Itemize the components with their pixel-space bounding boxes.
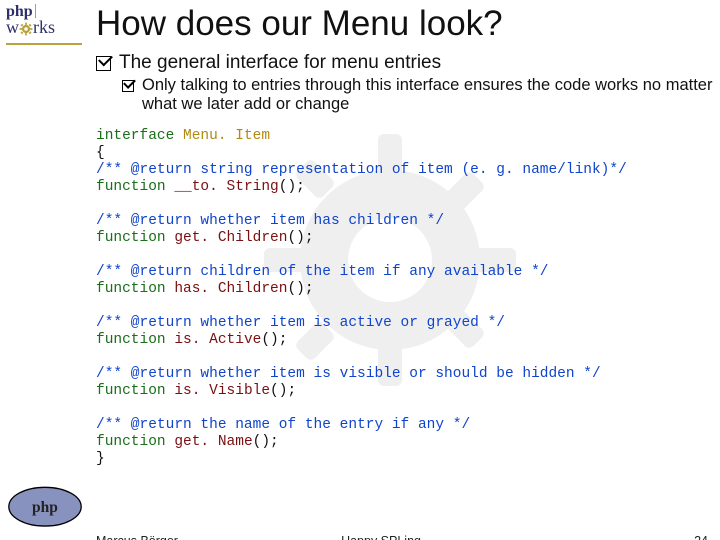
logo-text-rks: rks bbox=[33, 17, 55, 37]
footer-page-number: 24 bbox=[694, 534, 708, 540]
bullet-level-1: The general interface for menu entries bbox=[96, 52, 714, 74]
checkbox-icon bbox=[122, 80, 134, 92]
gear-o-icon bbox=[19, 20, 33, 41]
svg-text:php: php bbox=[32, 499, 58, 516]
checkbox-icon bbox=[96, 56, 111, 71]
slide-content: How does our Menu look? The general inte… bbox=[96, 0, 714, 540]
phpworks-logo: php wrks bbox=[6, 4, 84, 45]
bullet-level-2: Only talking to entries through this int… bbox=[122, 76, 714, 114]
code-block: interface Menu. Item { /** @return strin… bbox=[96, 128, 714, 468]
footer-author: Marcus Börger bbox=[96, 534, 178, 540]
subbullet-text: Only talking to entries through this int… bbox=[142, 76, 714, 114]
logo-text-w: w bbox=[6, 17, 19, 37]
footer-title: Happy SPLing bbox=[341, 534, 421, 540]
sidebar: php wrks php bbox=[0, 0, 88, 540]
bullet-text: The general interface for menu entries bbox=[119, 52, 441, 74]
php-elephant-logo-icon: php bbox=[6, 486, 84, 528]
slide-title: How does our Menu look? bbox=[96, 4, 714, 44]
